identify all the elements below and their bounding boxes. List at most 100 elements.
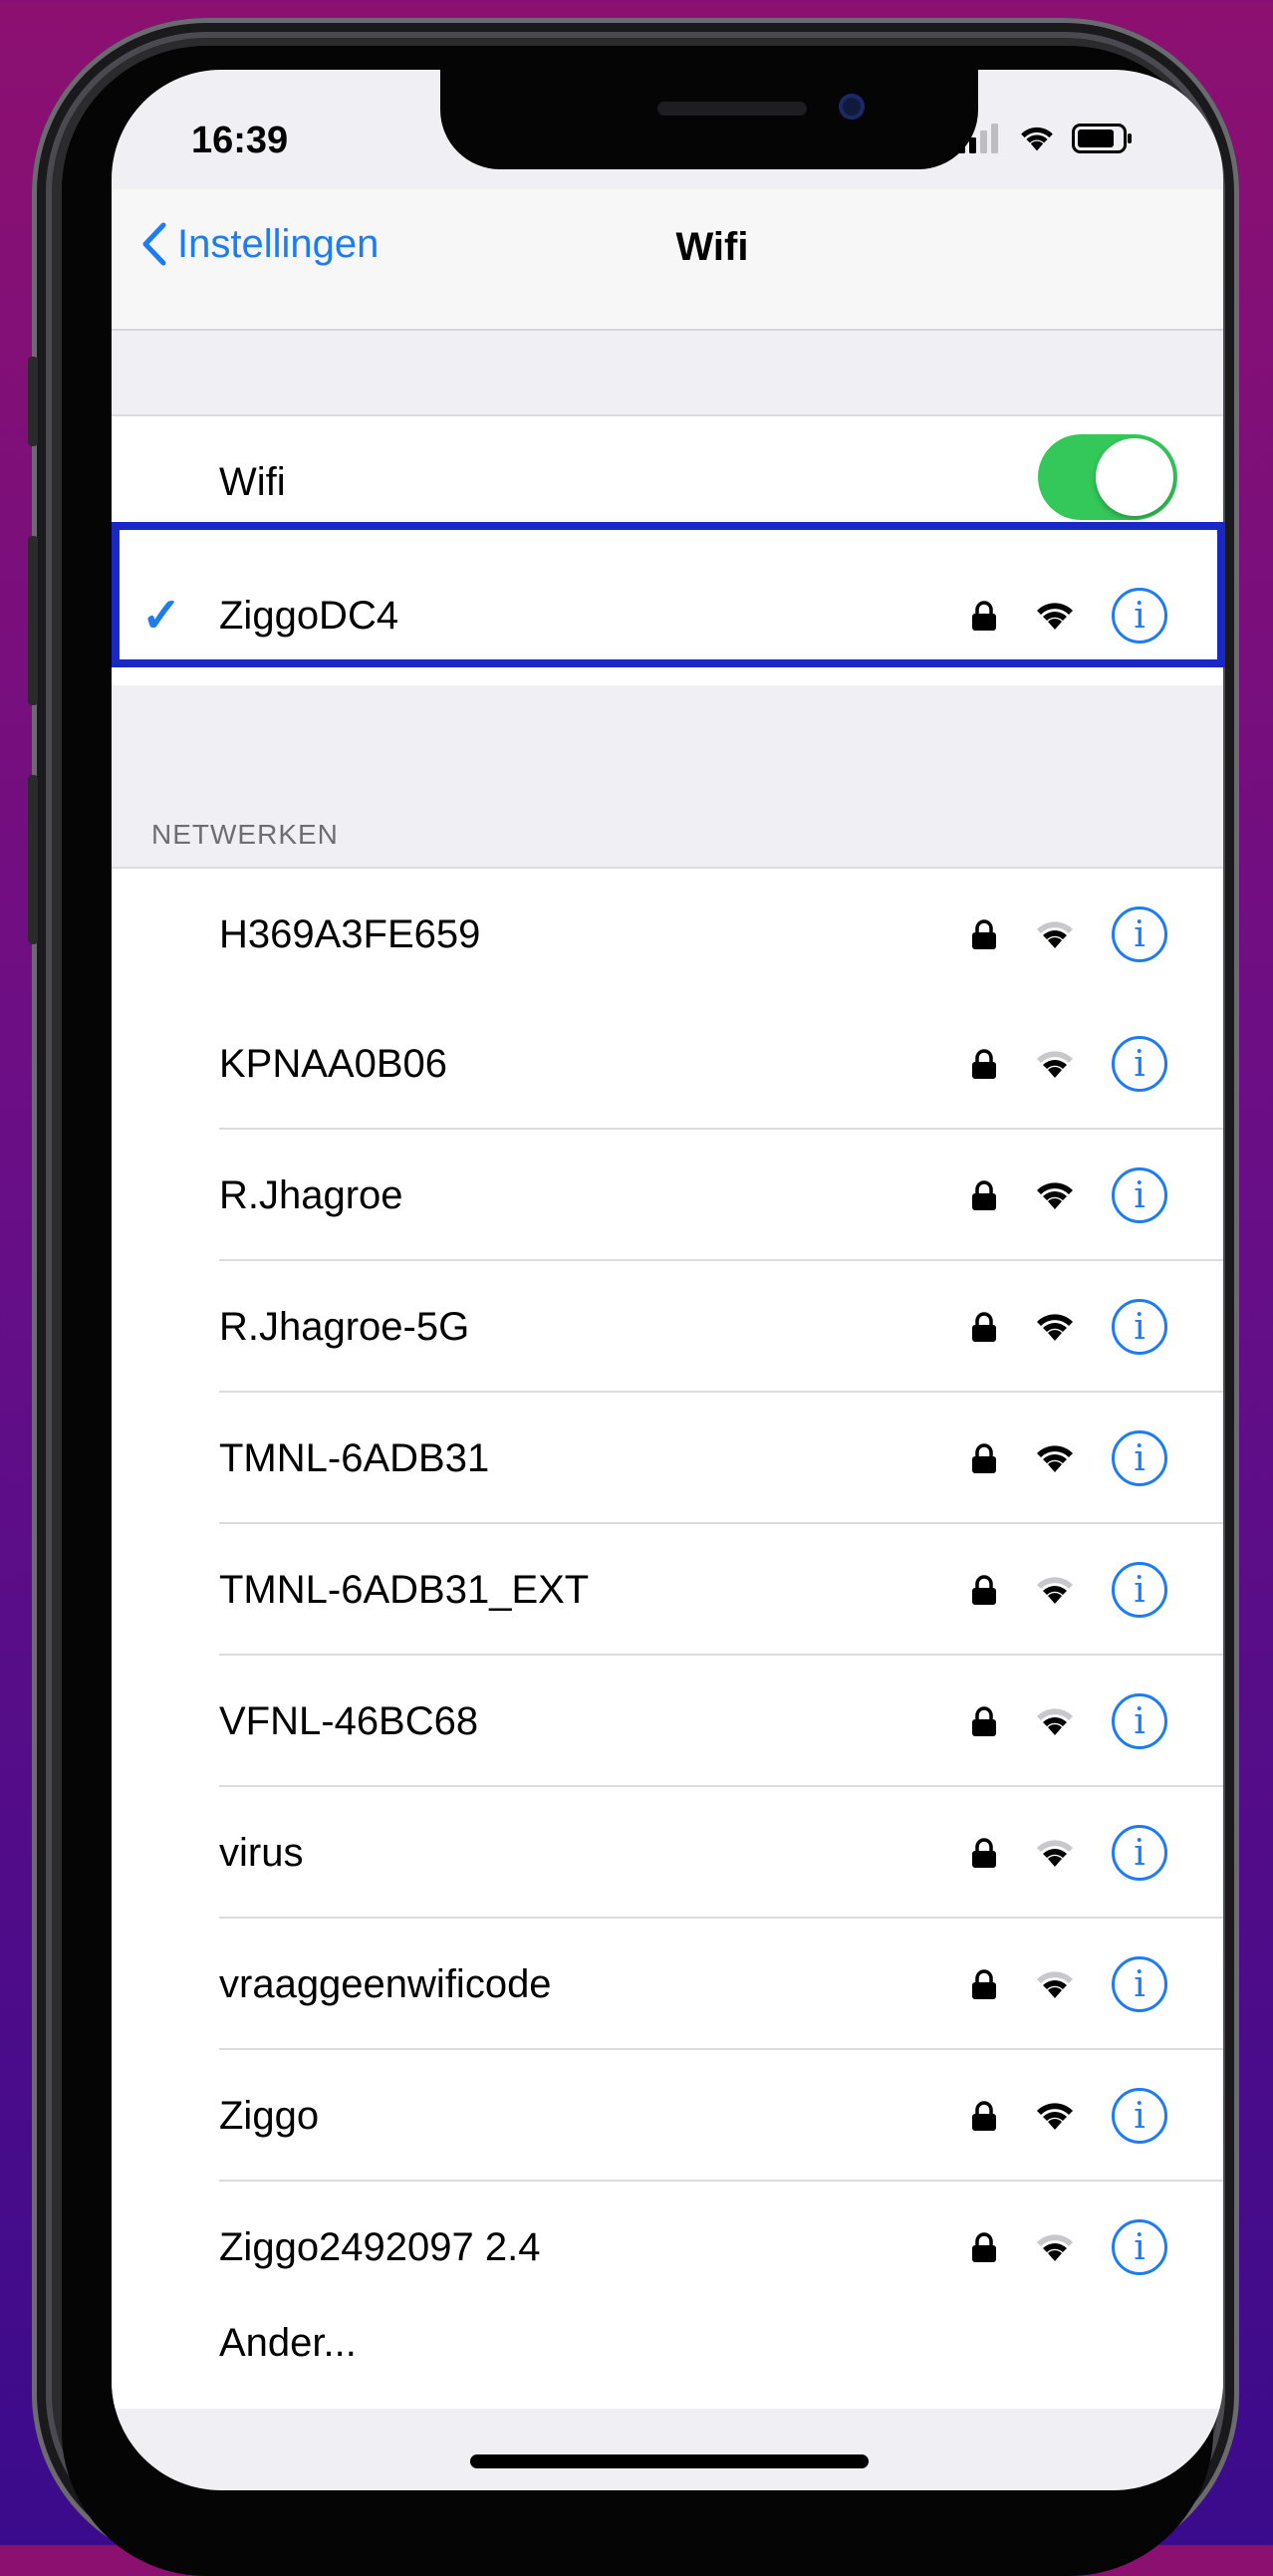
connected-network-icons: i bbox=[970, 546, 1167, 685]
front-camera bbox=[839, 94, 865, 120]
network-row[interactable]: virus i bbox=[112, 1787, 1223, 1919]
info-icon: i bbox=[1134, 913, 1146, 955]
network-icons: i bbox=[970, 1656, 1167, 1787]
info-icon: i bbox=[1134, 1569, 1146, 1611]
volume-down-button bbox=[28, 775, 38, 944]
network-name: virus bbox=[219, 1830, 304, 1875]
network-icons: i bbox=[970, 869, 1167, 1000]
lock-icon bbox=[972, 601, 996, 631]
checkmark-icon: ✓ bbox=[141, 590, 182, 643]
info-button[interactable]: i bbox=[1112, 1693, 1167, 1749]
network-name: Ziggo bbox=[219, 2093, 320, 2138]
wifi-signal-icon bbox=[1037, 1840, 1073, 1867]
info-button[interactable]: i bbox=[1112, 1825, 1167, 1881]
status-icons bbox=[958, 122, 1134, 155]
network-name: Ziggo2492097 2.4 bbox=[219, 2224, 541, 2269]
info-button[interactable]: i bbox=[1112, 588, 1167, 644]
lock-icon bbox=[972, 1312, 996, 1342]
lock-icon bbox=[972, 1706, 996, 1736]
network-icons: i bbox=[970, 1524, 1167, 1656]
info-button[interactable]: i bbox=[1112, 1562, 1167, 1618]
network-name: TMNL-6ADB31 bbox=[219, 1435, 490, 1480]
network-name: R.Jhagroe bbox=[219, 1172, 403, 1217]
wifi-signal-icon bbox=[1037, 1577, 1073, 1604]
lock-icon bbox=[972, 2232, 996, 2262]
info-icon: i bbox=[1134, 1963, 1146, 2005]
volume-up-button bbox=[28, 536, 38, 705]
wifi-toggle-row: Wifi bbox=[112, 414, 1223, 548]
network-icons: i bbox=[970, 1393, 1167, 1524]
network-row[interactable]: VFNL-46BC68 i bbox=[112, 1656, 1223, 1787]
network-row[interactable]: R.Jhagroe-5G i bbox=[112, 1261, 1223, 1393]
info-button[interactable]: i bbox=[1112, 1036, 1167, 1092]
wifi-signal-icon bbox=[1037, 1182, 1073, 1209]
info-icon: i bbox=[1134, 1832, 1146, 1874]
other-network-label: Ander... bbox=[219, 2320, 357, 2365]
lock-icon bbox=[972, 1180, 996, 1210]
info-button[interactable]: i bbox=[1112, 1167, 1167, 1223]
network-row[interactable]: KPNAA0B06 i bbox=[112, 998, 1223, 1130]
home-indicator bbox=[470, 2454, 869, 2468]
page-title: Wifi bbox=[675, 225, 749, 269]
lock-icon bbox=[972, 1969, 996, 1999]
wifi-signal-icon bbox=[1037, 2234, 1073, 2261]
network-row[interactable]: vraaggeenwificode i bbox=[112, 1919, 1223, 2050]
notch bbox=[440, 70, 978, 169]
networks-section-header: NETWERKEN bbox=[151, 819, 339, 850]
info-icon: i bbox=[1134, 1700, 1146, 1742]
wifi-toggle[interactable] bbox=[1038, 434, 1177, 520]
info-button[interactable]: i bbox=[1112, 2219, 1167, 2275]
wifi-signal-icon bbox=[1037, 603, 1073, 630]
network-row[interactable]: Ziggo i bbox=[112, 2050, 1223, 2182]
screen: 16:39 Instellingen Wifi Wifi ✓ ZiggoDC4 … bbox=[112, 70, 1223, 2490]
info-button[interactable]: i bbox=[1112, 1299, 1167, 1355]
info-icon: i bbox=[1134, 1043, 1146, 1085]
network-name: H369A3FE659 bbox=[219, 911, 481, 956]
wifi-signal-icon bbox=[1037, 1314, 1073, 1341]
wifi-signal-icon bbox=[1037, 1708, 1073, 1735]
lock-icon bbox=[972, 1443, 996, 1473]
info-button[interactable]: i bbox=[1112, 1430, 1167, 1486]
network-icons: i bbox=[970, 1130, 1167, 1261]
info-icon: i bbox=[1134, 595, 1146, 637]
network-row[interactable]: TMNL-6ADB31_EXT i bbox=[112, 1524, 1223, 1656]
network-name: vraaggeenwificode bbox=[219, 1961, 552, 2006]
other-network-row[interactable]: Ander... bbox=[112, 2277, 1223, 2409]
wifi-signal-icon bbox=[1037, 2103, 1073, 2130]
connected-network-row[interactable]: ✓ ZiggoDC4 i bbox=[112, 546, 1223, 685]
info-icon: i bbox=[1134, 1437, 1146, 1479]
wifi-icon bbox=[1021, 127, 1053, 151]
battery-icon bbox=[1072, 124, 1132, 153]
network-name: R.Jhagroe-5G bbox=[219, 1304, 470, 1349]
wifi-signal-icon bbox=[1037, 1445, 1073, 1472]
info-icon: i bbox=[1134, 2095, 1146, 2137]
earpiece-speaker bbox=[657, 102, 807, 116]
info-icon: i bbox=[1134, 1306, 1146, 1348]
navigation-bar: Instellingen Wifi bbox=[112, 189, 1223, 331]
lock-icon bbox=[972, 1575, 996, 1605]
network-icons: i bbox=[970, 1787, 1167, 1919]
status-time: 16:39 bbox=[191, 120, 289, 161]
info-button[interactable]: i bbox=[1112, 906, 1167, 962]
network-icons: i bbox=[970, 1261, 1167, 1393]
info-button[interactable]: i bbox=[1112, 2088, 1167, 2144]
connected-network-name: ZiggoDC4 bbox=[219, 593, 399, 638]
wifi-signal-icon bbox=[1037, 1051, 1073, 1078]
lock-icon bbox=[972, 919, 996, 949]
wifi-signal-icon bbox=[1037, 921, 1073, 948]
wifi-toggle-label: Wifi bbox=[219, 459, 286, 504]
cellular-signal-icon bbox=[958, 124, 998, 153]
mute-switch bbox=[28, 357, 38, 446]
wifi-signal-icon bbox=[1037, 1971, 1073, 1998]
network-row[interactable]: R.Jhagroe i bbox=[112, 1130, 1223, 1261]
network-name: VFNL-46BC68 bbox=[219, 1698, 479, 1743]
network-row[interactable]: H369A3FE659 i bbox=[112, 867, 1223, 1000]
network-name: KPNAA0B06 bbox=[219, 1041, 448, 1086]
lock-icon bbox=[972, 1049, 996, 1079]
info-button[interactable]: i bbox=[1112, 1956, 1167, 2012]
network-icons: i bbox=[970, 998, 1167, 1130]
network-row[interactable]: TMNL-6ADB31 i bbox=[112, 1393, 1223, 1524]
lock-icon bbox=[972, 1838, 996, 1868]
network-icons: i bbox=[970, 2050, 1167, 2182]
info-icon: i bbox=[1134, 1174, 1146, 1216]
